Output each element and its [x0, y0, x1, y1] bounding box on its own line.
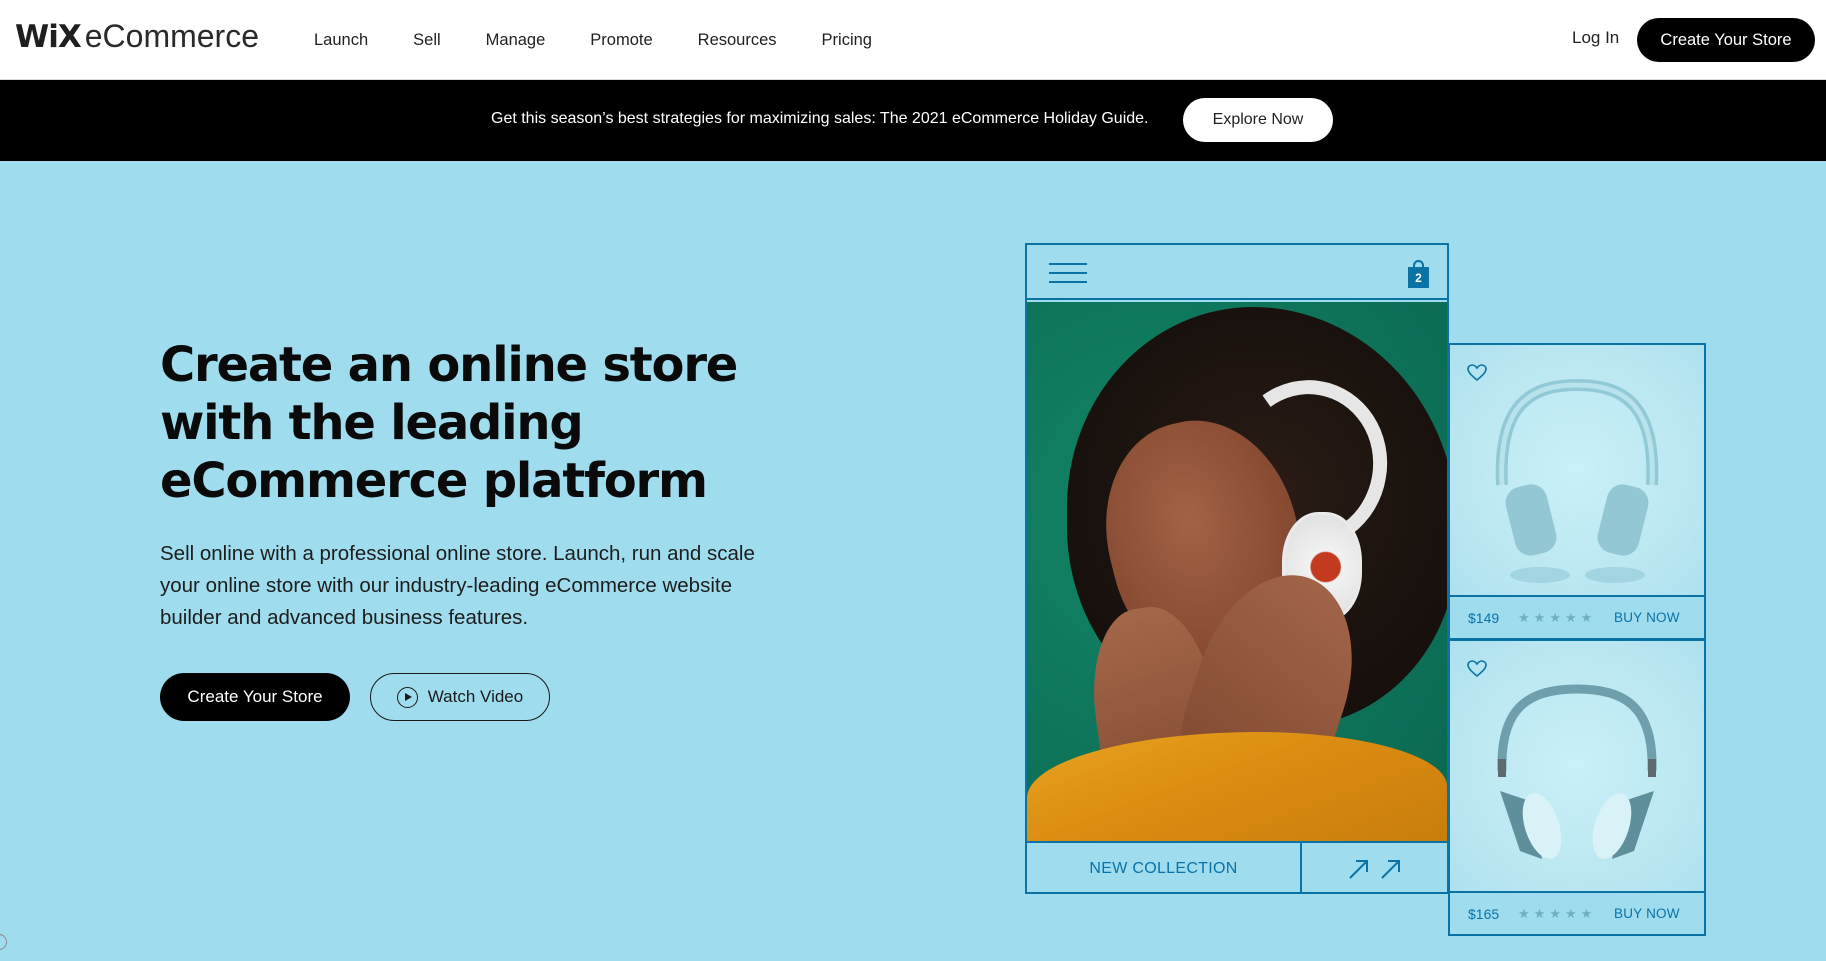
star-icon: ★ — [1564, 609, 1577, 625]
nav-manage[interactable]: Manage — [486, 31, 546, 50]
nav-resources[interactable]: Resources — [698, 31, 777, 50]
hero-description: Sell online with a professional online s… — [160, 542, 755, 629]
product-footer: $149 ★ ★ ★ ★ ★ BUY NOW — [1450, 595, 1704, 638]
rating-stars: ★ ★ ★ ★ ★ — [1518, 906, 1614, 922]
buy-now-button[interactable]: BUY NOW — [1614, 906, 1680, 921]
product-card[interactable]: $165 ★ ★ ★ ★ ★ BUY NOW — [1448, 639, 1706, 936]
star-icon: ★ — [1580, 905, 1593, 921]
star-icon: ★ — [1518, 609, 1530, 625]
logo-product: eCommerce — [84, 18, 259, 54]
star-icon: ★ — [1549, 905, 1561, 921]
nav-sell[interactable]: Sell — [413, 31, 441, 50]
hero-title-line: eCommerce platform — [160, 453, 708, 509]
wix-ecommerce-logo[interactable]: WiX eCommerce — [15, 18, 259, 58]
star-icon: ★ — [1549, 609, 1561, 625]
shopping-bag-icon[interactable]: 2 — [1408, 260, 1429, 288]
product-card[interactable]: $149 ★ ★ ★ ★ ★ BUY NOW — [1448, 343, 1706, 640]
new-collection-link[interactable]: NEW COLLECTION — [1027, 843, 1302, 894]
product-image — [1450, 641, 1704, 891]
cart-count: 2 — [1408, 267, 1429, 288]
play-circle-icon — [396, 686, 418, 708]
product-price: $165 — [1468, 905, 1500, 922]
hero-title: Create an online store with the leading … — [160, 336, 800, 510]
star-icon: ★ — [1518, 905, 1530, 921]
watch-video-button[interactable]: Watch Video — [370, 673, 550, 721]
mockup-footer: NEW COLLECTION — [1027, 841, 1447, 894]
logo-brand: WiX — [15, 19, 82, 55]
store-mockup: 2 NEW COLLECTION — [1025, 243, 1449, 894]
explore-now-button[interactable]: Explore Now — [1183, 98, 1333, 142]
promo-banner: Get this season’s best strategies for ma… — [0, 80, 1826, 161]
product-image — [1450, 345, 1704, 595]
nav-promote[interactable]: Promote — [590, 31, 652, 50]
hero-title-line: Create an online store — [160, 337, 738, 393]
buy-now-button[interactable]: BUY NOW — [1614, 610, 1680, 625]
site-header: WiX eCommerce Launch Sell Manage Promote… — [0, 0, 1826, 80]
watch-video-label: Watch Video — [427, 687, 524, 706]
create-store-button-header[interactable]: Create Your Store — [1637, 18, 1815, 62]
hero-photo — [1027, 302, 1447, 841]
product-footer: $165 ★ ★ ★ ★ ★ BUY NOW — [1450, 891, 1704, 934]
mockup-header: 2 — [1027, 245, 1447, 300]
arrow-up-right-icon[interactable] — [1302, 843, 1447, 894]
main-nav: Launch Sell Manage Promote Resources Pri… — [314, 0, 917, 80]
hero-title-line: with the leading — [160, 395, 584, 451]
banner-text: Get this season’s best strategies for ma… — [491, 110, 1149, 127]
nav-pricing[interactable]: Pricing — [822, 31, 872, 50]
nav-launch[interactable]: Launch — [314, 31, 368, 50]
star-icon: ★ — [1580, 609, 1593, 625]
hamburger-menu-icon[interactable] — [1049, 263, 1087, 283]
product-price: $149 — [1468, 609, 1500, 626]
rating-stars: ★ ★ ★ ★ ★ — [1518, 610, 1614, 626]
accessibility-widget-icon[interactable] — [0, 934, 7, 950]
star-icon: ★ — [1533, 905, 1546, 921]
create-store-button[interactable]: Create Your Store — [160, 673, 350, 721]
star-icon: ★ — [1533, 609, 1546, 625]
star-icon: ★ — [1564, 905, 1577, 921]
login-link[interactable]: Log In — [1572, 28, 1619, 48]
